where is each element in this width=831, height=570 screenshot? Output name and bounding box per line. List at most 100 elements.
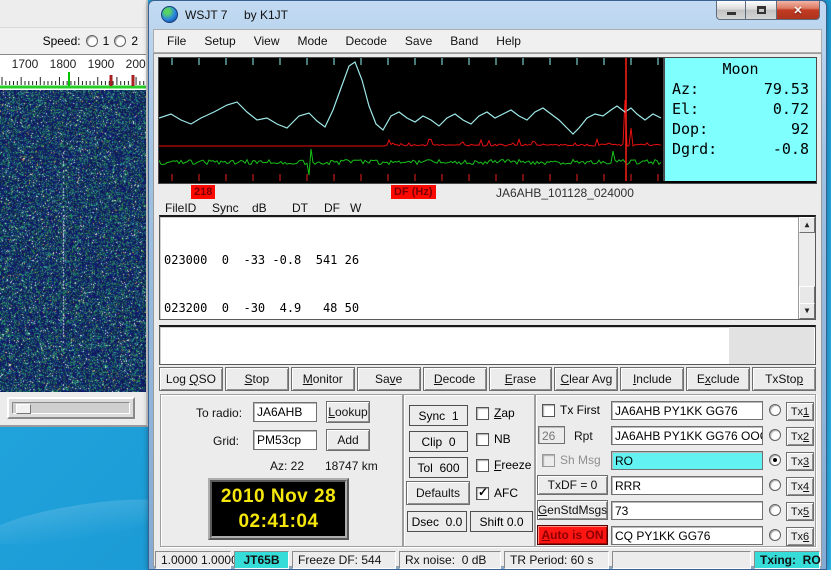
decode-scrollbar[interactable]: ▲ ▼ <box>798 217 815 319</box>
add-button[interactable]: Add <box>326 429 370 451</box>
afc-checkbox[interactable] <box>476 487 489 500</box>
freq-label-2000: 2000 <box>126 57 146 71</box>
to-radio-input[interactable]: JA6AHB <box>253 402 317 422</box>
gen-std-msgs-button[interactable]: GenStdMsgs <box>537 500 608 520</box>
tx-message-2[interactable]: JA6AHB PY1KK GG76 OOO <box>611 426 763 445</box>
df-axis-tag: DF (Hz) <box>391 185 436 199</box>
clear-avg-button[interactable]: Clear Avg <box>554 367 618 391</box>
tx5-button[interactable]: Tx5 <box>786 502 814 521</box>
tx-message-1[interactable]: JA6AHB PY1KK GG76 <box>611 401 763 420</box>
lookup-button[interactable]: Lookup <box>326 401 370 423</box>
menu-view[interactable]: View <box>245 31 289 51</box>
decode-line: 023200 0 -30 4.9 48 50 <box>164 300 815 316</box>
tx-first-checkbox[interactable] <box>542 404 555 417</box>
spectrum-graph[interactable] <box>159 58 663 181</box>
txstop-button[interactable]: TxStop <box>752 367 816 391</box>
grid-input[interactable]: PM53cp <box>253 430 317 450</box>
col-dt: DT <box>292 201 308 215</box>
tx3-button[interactable]: Tx3 <box>786 452 814 471</box>
log-qso-button[interactable]: Log QSO <box>159 367 223 391</box>
status-tr-period: TR Period: 60 s <box>504 551 609 569</box>
minimize-button[interactable] <box>716 1 746 20</box>
scroll-down-icon[interactable]: ▼ <box>799 303 815 319</box>
rpt-input[interactable]: 26 <box>538 426 565 444</box>
txdf-button[interactable]: TxDF = 0 <box>537 475 608 495</box>
status-freeze-df: Freeze DF: 544 <box>292 551 396 569</box>
minimize-icon <box>727 12 736 15</box>
freq-label-1800: 1800 <box>50 57 77 71</box>
graph-frame: Moon Az:79.53 El:0.72 Dop:92 Dgrd:-0.8 <box>158 57 817 184</box>
menu-file[interactable]: File <box>158 31 195 51</box>
tol-field[interactable]: Tol 600 <box>409 457 468 478</box>
tx1-button[interactable]: Tx1 <box>786 402 814 421</box>
freeze-row: Freeze <box>476 458 531 472</box>
tx3-radio[interactable] <box>769 454 781 466</box>
tx-message-4[interactable]: RRR <box>611 476 763 495</box>
erase-button[interactable]: Erase <box>489 367 553 391</box>
save-button[interactable]: Save <box>357 367 421 391</box>
specjt-window: Speed: 1 2 1700 1800 1900 2000 <box>0 0 148 427</box>
waterfall-display[interactable] <box>0 90 146 392</box>
speed-radio-1[interactable] <box>86 35 98 47</box>
auto-on-button[interactable]: Auto is ON <box>537 525 608 545</box>
tx2-radio[interactable] <box>769 429 781 441</box>
exclude-button[interactable]: Exclude <box>686 367 750 391</box>
tx6-button[interactable]: Tx6 <box>786 527 814 546</box>
tx4-radio[interactable] <box>769 479 781 491</box>
zap-checkbox[interactable] <box>476 407 489 420</box>
waterfall-scrollbar[interactable] <box>7 397 135 419</box>
clip-field[interactable]: Clip 0 <box>409 431 468 452</box>
tx1-radio[interactable] <box>769 404 781 416</box>
monitor-button[interactable]: Monitor <box>291 367 355 391</box>
titlebar[interactable]: WSJT 7 by K1JT ✕ <box>149 1 826 28</box>
close-button[interactable]: ✕ <box>776 1 820 20</box>
menu-decode[interactable]: Decode <box>337 31 396 51</box>
dsec-field[interactable]: Dsec 0.0 <box>407 511 467 532</box>
tx5-radio[interactable] <box>769 504 781 516</box>
speed-option-1-label: 1 <box>103 34 110 48</box>
speed-label: Speed: <box>43 34 81 48</box>
maximize-button[interactable] <box>746 1 776 20</box>
tx6-radio[interactable] <box>769 529 781 541</box>
wsjt-window: WSJT 7 by K1JT ✕ File Setup View Mode De… <box>148 0 827 570</box>
moon-az-value: 79.53 <box>764 79 809 99</box>
include-button[interactable]: Include <box>620 367 684 391</box>
to-radio-label: To radio: <box>196 406 242 420</box>
clock-date: 2010 Nov 28 <box>212 484 345 509</box>
menu-help[interactable]: Help <box>487 31 530 51</box>
tx-message-5[interactable]: 73 <box>611 501 763 520</box>
scroll-up-icon[interactable]: ▲ <box>799 217 815 233</box>
decode-button[interactable]: Decode <box>423 367 487 391</box>
average-text-area[interactable]: 125100 1 1/49 125100 2 0/50 <box>159 325 816 365</box>
tx-message-3[interactable]: RO <box>611 451 763 470</box>
station-group: To radio: JA6AHB Lookup Grid: PM53cp Add… <box>160 394 403 547</box>
stop-button[interactable]: Stop <box>225 367 289 391</box>
waterfall-scrollbar-track[interactable] <box>12 402 130 414</box>
nb-row: NB <box>476 432 511 446</box>
moon-dop-label: Dop: <box>672 119 708 139</box>
toolbar: Log QSO Stop Monitor Save Decode Erase C… <box>159 367 816 392</box>
menu-save[interactable]: Save <box>396 31 441 51</box>
decode-column-header: FileID Sync dB DT DF W <box>159 201 809 216</box>
shift-field[interactable]: Shift 0.0 <box>470 511 533 532</box>
tx-message-6[interactable]: CQ PY1KK GG76 <box>611 526 763 545</box>
tx4-button[interactable]: Tx4 <box>786 477 814 496</box>
speed-radio-2[interactable] <box>114 35 126 47</box>
sh-msg-checkbox[interactable] <box>542 454 555 467</box>
tx2-button[interactable]: Tx2 <box>786 427 814 446</box>
nb-checkbox[interactable] <box>476 433 489 446</box>
menu-band[interactable]: Band <box>441 31 487 51</box>
freeze-checkbox[interactable] <box>476 459 489 472</box>
moon-el-label: El: <box>672 99 699 119</box>
waterfall-slider-area <box>0 392 146 425</box>
menu-setup[interactable]: Setup <box>195 31 244 51</box>
decode-text-area[interactable]: 023000 0 -33 -0.8 541 26 023200 0 -30 4.… <box>159 215 816 320</box>
client-area: Moon Az:79.53 El:0.72 Dop:92 Dgrd:-0.8 2… <box>153 53 822 567</box>
sync-field[interactable]: Sync 1 <box>409 405 468 426</box>
moon-dop-value: 92 <box>791 119 809 139</box>
waterfall-scrollbar-thumb[interactable] <box>16 404 31 414</box>
defaults-button[interactable]: Defaults <box>406 481 470 505</box>
tx-first-label: Tx First <box>560 403 600 417</box>
menu-mode[interactable]: Mode <box>289 31 337 51</box>
nb-label: NB <box>494 432 511 446</box>
